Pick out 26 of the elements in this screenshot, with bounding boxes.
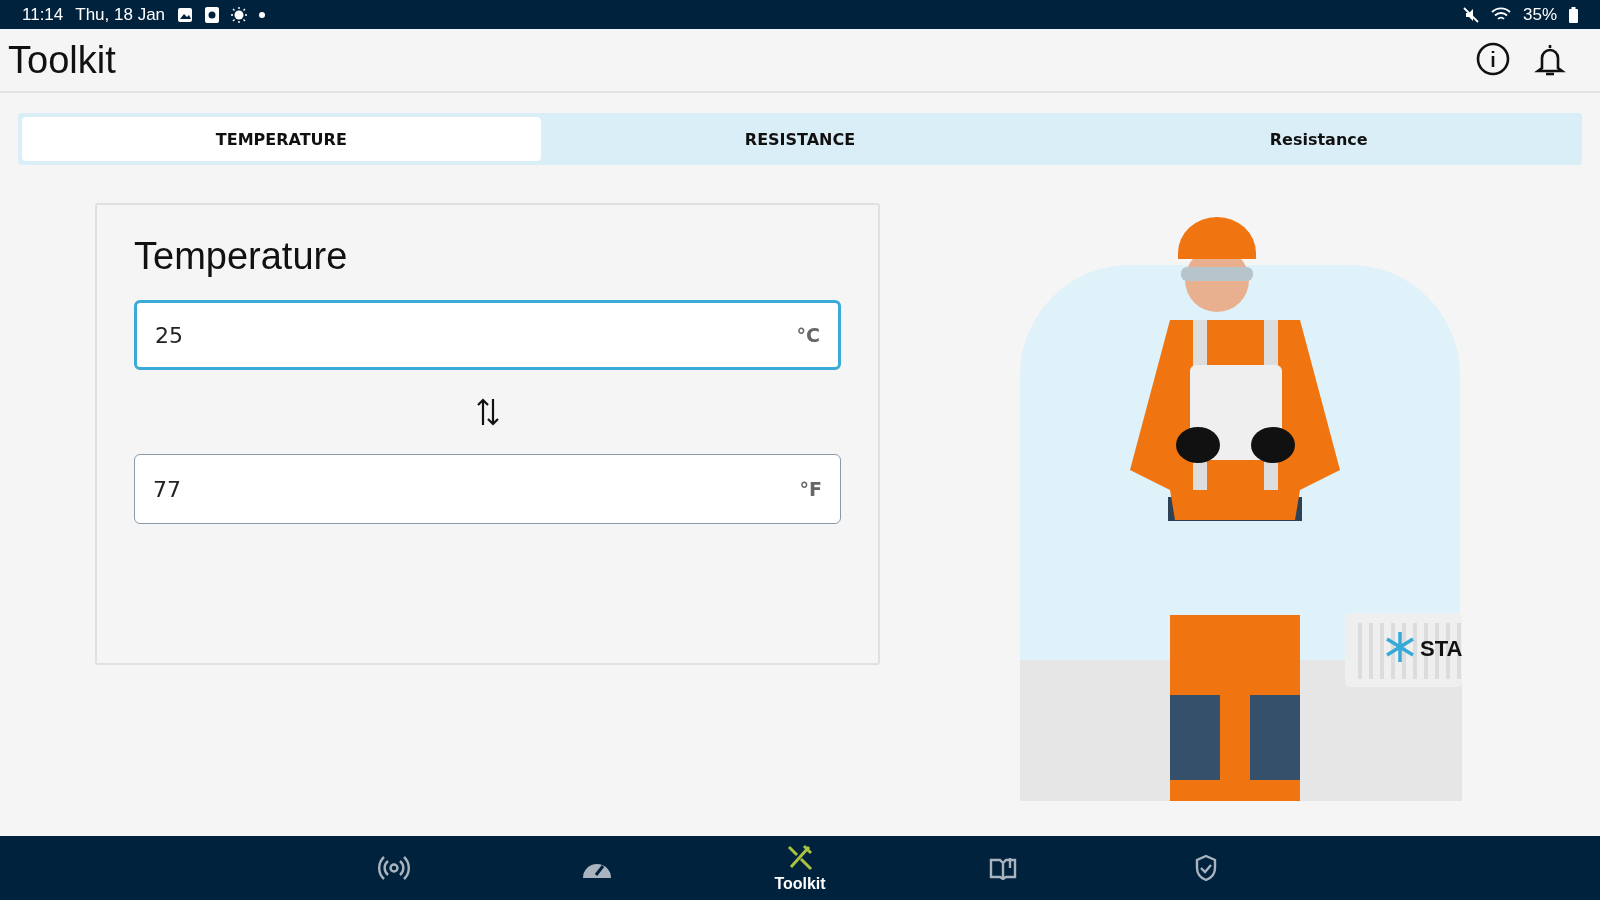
book-icon	[989, 856, 1017, 880]
container-label: STA	[1420, 636, 1462, 661]
image-icon	[177, 6, 194, 23]
tab[interactable]: Resistance	[1059, 117, 1578, 161]
dot-icon	[259, 11, 266, 18]
tab[interactable]: TEMPERATURE	[22, 117, 541, 161]
sun-icon	[231, 6, 248, 23]
battery-percent: 35%	[1522, 4, 1557, 25]
info-icon[interactable]	[1476, 42, 1510, 76]
app-title: Toolkit	[8, 38, 116, 82]
temperature-input-field[interactable]: 25 °C	[134, 300, 841, 370]
status-date: Thu, 18 Jan	[75, 4, 166, 25]
status-time: 11:14	[22, 4, 64, 25]
clock-icon	[205, 6, 220, 23]
tab[interactable]: RESISTANCE	[540, 117, 1060, 161]
notification-bell-icon[interactable]	[1534, 42, 1566, 78]
nav-item[interactable]: Toolkit	[698, 836, 902, 900]
card-title: Temperature	[134, 235, 349, 278]
tools-icon	[785, 843, 815, 873]
swap-arrows-icon	[476, 398, 499, 426]
temperature-input-field[interactable]: 77 °F	[134, 454, 841, 524]
broadcast-icon	[378, 855, 410, 881]
swap-button[interactable]	[476, 398, 499, 426]
battery-icon	[1569, 6, 1578, 23]
shield-icon	[1194, 854, 1218, 882]
mute-icon	[1462, 6, 1479, 23]
